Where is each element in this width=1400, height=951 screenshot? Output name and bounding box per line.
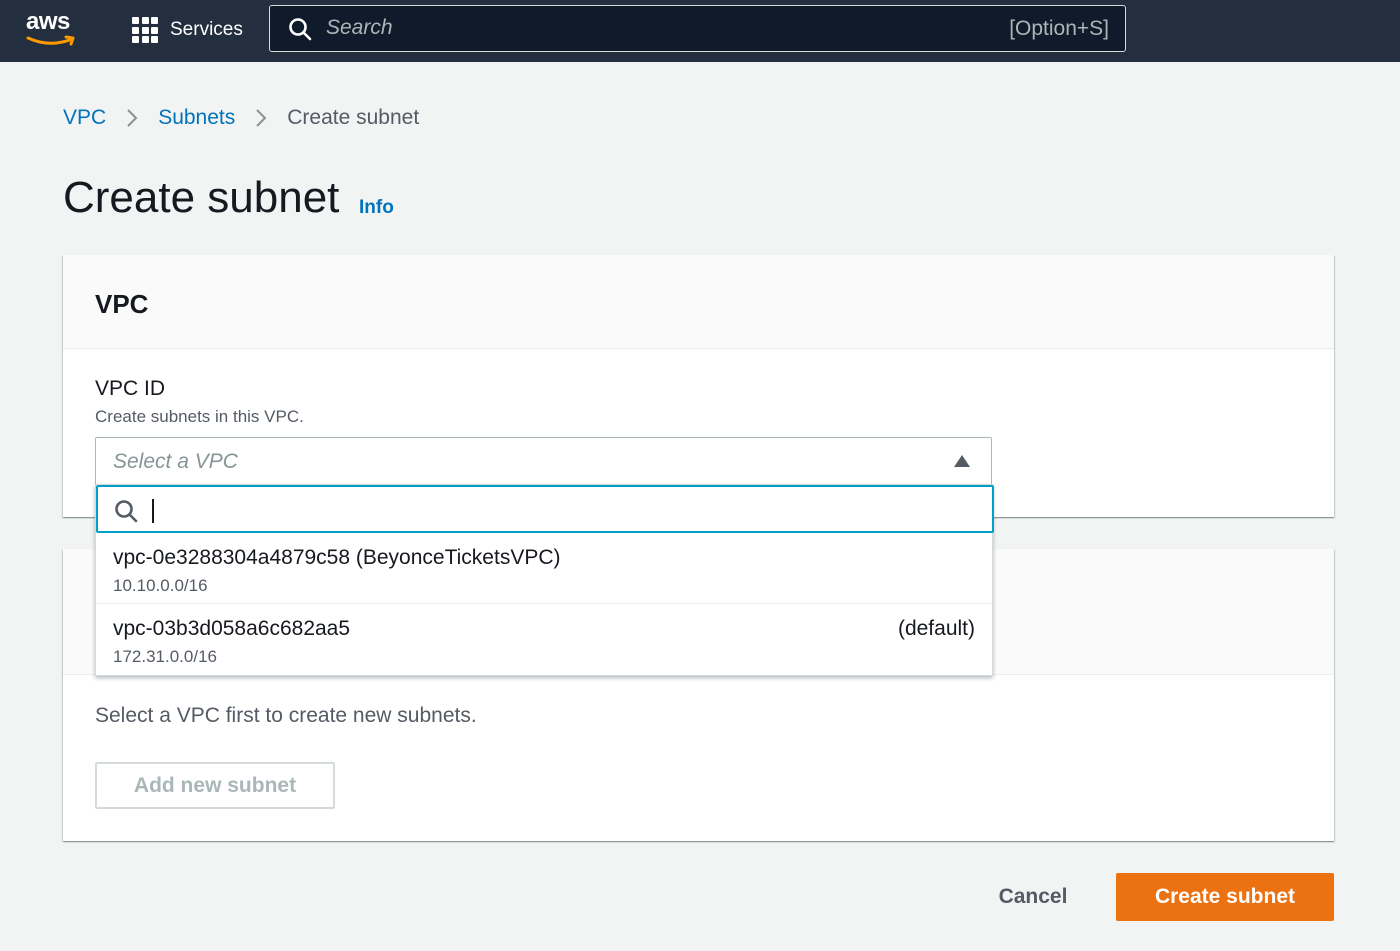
vpc-option-id: vpc-0e3288304a4879c58 (BeyonceTicketsVPC… xyxy=(113,546,561,569)
vpc-filter-input[interactable] xyxy=(152,495,952,525)
grid-icon xyxy=(132,17,158,43)
global-search-box[interactable]: [Option+S] xyxy=(269,5,1126,52)
services-menu-button[interactable]: Services xyxy=(132,15,243,45)
search-icon xyxy=(115,500,138,523)
create-subnet-button[interactable]: Create subnet xyxy=(1116,873,1334,921)
breadcrumb-current-page: Create subnet xyxy=(287,106,420,129)
vpc-id-label: VPC ID xyxy=(95,377,166,400)
aws-logo[interactable]: aws xyxy=(22,6,84,50)
caret-up-icon xyxy=(954,455,970,467)
vpc-option-cidr: 10.10.0.0/16 xyxy=(113,576,208,595)
vpc-option-default-tag: (default) xyxy=(897,617,975,640)
vpc-option[interactable]: vpc-03b3d058a6c682aa5 172.31.0.0/16 (def… xyxy=(96,605,992,675)
search-shortcut-hint: [Option+S] xyxy=(1009,17,1109,40)
search-icon xyxy=(289,18,312,41)
vpc-option-cidr: 172.31.0.0/16 xyxy=(113,647,217,666)
services-label: Services xyxy=(170,19,243,40)
vpc-option[interactable]: vpc-0e3288304a4879c58 (BeyonceTicketsVPC… xyxy=(96,534,992,604)
breadcrumb-vpc-link[interactable]: VPC xyxy=(63,106,106,130)
vpc-dropdown-menu: vpc-0e3288304a4879c58 (BeyonceTicketsVPC… xyxy=(95,484,994,676)
vpc-container-header: VPC xyxy=(63,255,1334,349)
chevron-right-icon xyxy=(255,108,267,128)
subnet-empty-message: Select a VPC first to create new subnets… xyxy=(95,704,477,727)
vpc-section-title: VPC xyxy=(95,289,149,319)
aws-smile-icon xyxy=(26,35,75,46)
cancel-button[interactable]: Cancel xyxy=(988,874,1078,920)
chevron-right-icon xyxy=(126,108,138,128)
vpc-option-id: vpc-03b3d058a6c682aa5 xyxy=(113,617,351,640)
top-navigation-bar: aws Services [Option+S] xyxy=(0,0,1400,62)
vpc-filter-box[interactable] xyxy=(96,485,994,533)
page-title: Create subnet xyxy=(63,173,340,222)
breadcrumb: VPC Subnets Create subnet xyxy=(63,106,419,130)
breadcrumb-subnets-link[interactable]: Subnets xyxy=(158,106,235,130)
vpc-select[interactable]: Select a VPC xyxy=(95,437,992,486)
add-new-subnet-button[interactable]: Add new subnet xyxy=(95,762,335,809)
vpc-id-description: Create subnets in this VPC. xyxy=(95,407,304,426)
vpc-select-placeholder: Select a VPC xyxy=(113,450,238,473)
aws-logo-text: aws xyxy=(26,8,70,35)
global-search-input[interactable] xyxy=(326,16,926,40)
info-link[interactable]: Info xyxy=(359,197,394,219)
